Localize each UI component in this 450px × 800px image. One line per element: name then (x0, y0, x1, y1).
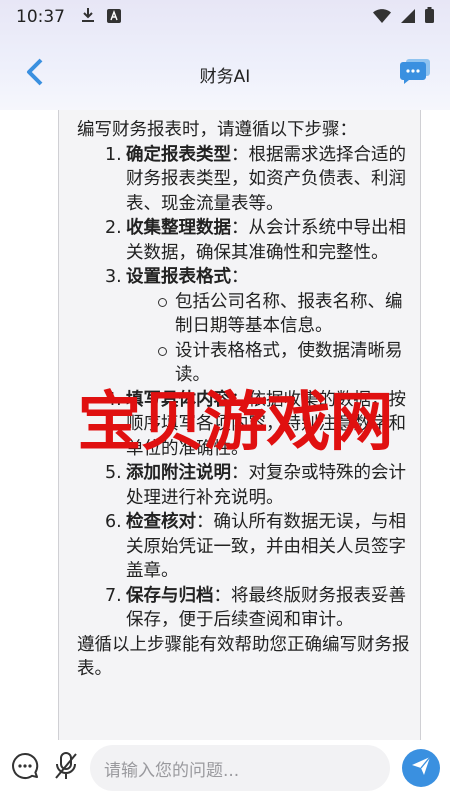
step-number: 6. (105, 512, 122, 532)
ai-message: 编写财务报表时，请遵循以下步骤： 1. 确定报表类型：根据需求选择合适的财务报表类… (59, 110, 420, 682)
step-sep: ： (231, 218, 249, 238)
step-sep: ： (231, 144, 249, 165)
wifi-icon (373, 8, 391, 27)
chat-history-button[interactable] (398, 58, 432, 90)
input-bar: 请输入您的问题... (0, 740, 450, 800)
back-button[interactable] (20, 58, 50, 90)
bullet-icon (158, 346, 167, 356)
step-title: 设置报表格式 (126, 267, 231, 287)
download-icon (81, 7, 95, 27)
input-placeholder: 请输入您的问题... (104, 760, 240, 781)
step-number: 3. (105, 267, 122, 287)
step-number: 2. (105, 218, 122, 238)
signal-icon (401, 8, 415, 27)
step-title: 确定报表类型 (126, 144, 231, 165)
step-number: 5. (105, 463, 122, 483)
steps-list: 1. 确定报表类型：根据需求选择合适的财务报表类型，如资产负债表、利润表、现金流量… (77, 143, 420, 633)
step-title: 填写具体内容 (126, 389, 231, 410)
mic-off-icon (53, 751, 79, 785)
step-title: 检查核对 (126, 512, 196, 532)
step-item: 3. 设置报表格式： 包括公司名称、报表名称、编制日期等基本信息。 设计表格格式，… (77, 265, 420, 388)
step-title: 添加附注说明 (126, 463, 231, 483)
message-outro: 遵循以上步骤能有效帮助您正确编写财务报表。 (77, 634, 410, 680)
sub-item: 包括公司名称、报表名称、编制日期等基本信息。 (126, 290, 420, 339)
sub-item-text: 设计表格格式，使数据清晰易读。 (175, 340, 403, 386)
step-number: 4. (105, 389, 122, 410)
a-box-icon (107, 8, 121, 27)
emoji-chat-button[interactable] (10, 752, 40, 784)
step-sep: ： (196, 512, 214, 532)
step-item: 5. 添加附注说明：对复杂或特殊的会计处理进行补充说明。 (77, 461, 420, 510)
back-icon (26, 58, 44, 90)
step-item: 1. 确定报表类型：根据需求选择合适的财务报表类型，如资产负债表、利润表、现金流量… (77, 143, 420, 217)
step-title: 收集整理数据 (126, 218, 231, 238)
sub-item-text: 包括公司名称、报表名称、编制日期等基本信息。 (175, 291, 403, 337)
status-bar: 10:37 (0, 0, 450, 34)
step-sep: ： (213, 585, 232, 606)
question-input[interactable]: 请输入您的问题... (90, 745, 390, 791)
sub-item: 设计表格格式，使数据清晰易读。 (126, 339, 420, 388)
step-sep: ： (231, 267, 249, 287)
battery-icon (425, 7, 434, 27)
voice-button[interactable] (52, 752, 80, 784)
step-number: 1. (105, 144, 122, 165)
step-number: 7. (105, 585, 122, 606)
step-sep: ： (231, 463, 249, 483)
step-item: 6. 检查核对：确认所有数据无误，与相关原始凭证一致，并由相关人员签字盖章。 (77, 510, 420, 584)
step-item: 2. 收集整理数据：从会计系统中导出相关数据，确保其准确性和完整性。 (77, 216, 420, 265)
chat-icon (400, 59, 430, 89)
step-title: 保存与归档 (126, 585, 214, 606)
app-header: 财务AI (0, 54, 450, 94)
message-intro: 编写财务报表时，请遵循以下步骤： (77, 120, 357, 140)
sub-list: 包括公司名称、报表名称、编制日期等基本信息。 设计表格格式，使数据清晰易读。 (126, 290, 420, 388)
status-time: 10:37 (16, 7, 65, 27)
page-title: 财务AI (199, 66, 251, 87)
send-icon (411, 756, 431, 780)
step-item: 4. 填写具体内容：依据收集的数据，按顺序填写各项内容，特别注意数字和单位的准确性… (77, 388, 420, 462)
step-item: 7. 保存与归档：将最终版财务报表妥善保存，便于后续查阅和审计。 (77, 584, 420, 633)
step-sep: ： (231, 389, 249, 410)
bullet-icon (158, 297, 167, 307)
chat-content[interactable]: 编写财务报表时，请遵循以下步骤： 1. 确定报表类型：根据需求选择合适的财务报表类… (58, 110, 421, 740)
send-button[interactable] (402, 749, 440, 787)
emoji-chat-icon (11, 752, 39, 784)
